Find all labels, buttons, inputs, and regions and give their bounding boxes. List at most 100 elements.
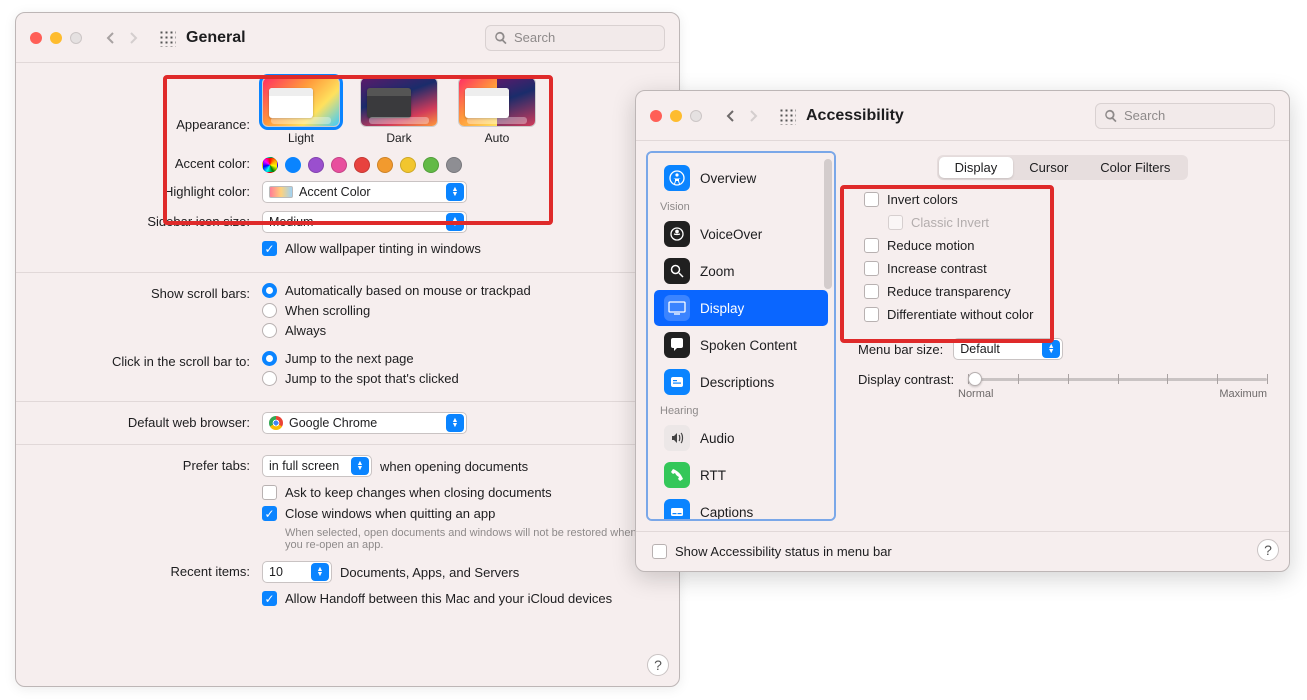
sidebar-item-rtt[interactable]: RTT — [654, 457, 828, 493]
display-contrast-label: Display contrast: — [858, 372, 958, 387]
accent-swatch-green[interactable] — [423, 157, 439, 173]
accessibility-footer: Show Accessibility status in menu bar — [636, 531, 1289, 571]
highlight-color-label: Highlight color: — [32, 181, 262, 199]
sidebar-group-vision: Vision — [650, 197, 832, 215]
menu-bar-size-select[interactable]: Default ▲▼ — [953, 338, 1063, 360]
show-accessibility-status-checkbox[interactable]: Show Accessibility status in menu bar — [652, 544, 892, 559]
sidebar-item-overview[interactable]: Overview — [654, 160, 828, 196]
descriptions-icon — [664, 369, 690, 395]
slider-max-label: Maximum — [1219, 388, 1267, 400]
sidebar-item-zoom[interactable]: Zoom — [654, 253, 828, 289]
zoom-window-button[interactable] — [690, 110, 702, 122]
show-all-icon[interactable] — [778, 107, 796, 125]
search-input[interactable]: Search — [485, 25, 665, 51]
accent-swatch-grey[interactable] — [446, 157, 462, 173]
zoom-window-button[interactable] — [70, 32, 82, 44]
appearance-option-dark[interactable]: Dark — [360, 77, 438, 145]
highlight-color-select[interactable]: Accent Color ▲▼ — [262, 181, 467, 203]
close-on-quit-checkbox[interactable]: ✓Close windows when quitting an app — [262, 506, 663, 521]
default-browser-select[interactable]: Google Chrome ▲▼ — [262, 412, 467, 434]
show-scrollbars-label: Show scroll bars: — [32, 283, 262, 301]
close-window-button[interactable] — [650, 110, 662, 122]
accent-swatch-multicolor[interactable] — [262, 157, 278, 173]
click-jump-next-page-radio[interactable]: Jump to the next page — [262, 351, 663, 366]
differentiate-without-color-checkbox[interactable]: Differentiate without color — [864, 307, 1267, 322]
click-jump-spot-radio[interactable]: Jump to the spot that's clicked — [262, 371, 663, 386]
recent-items-suffix: Documents, Apps, and Servers — [340, 565, 519, 580]
allow-wallpaper-tint-checkbox[interactable]: ✓ Allow wallpaper tinting in windows — [262, 241, 663, 256]
display-tab-segmented: Display Cursor Color Filters — [937, 155, 1189, 180]
speech-bubble-icon — [664, 332, 690, 358]
menu-bar-size-label: Menu bar size: — [858, 342, 943, 357]
sidebar-item-descriptions[interactable]: Descriptions — [654, 364, 828, 400]
recent-items-label: Recent items: — [32, 561, 262, 579]
reduce-motion-checkbox[interactable]: Reduce motion — [864, 238, 1267, 253]
accessibility-preferences-window: Accessibility Search Overview Vision Voi… — [635, 90, 1290, 572]
window-toolbar: General Search — [16, 13, 679, 63]
back-button[interactable] — [100, 27, 122, 49]
audio-icon — [664, 425, 690, 451]
help-button[interactable]: ? — [647, 654, 669, 676]
back-button[interactable] — [720, 105, 742, 127]
handoff-checkbox[interactable]: ✓Allow Handoff between this Mac and your… — [262, 591, 663, 606]
forward-button[interactable] — [742, 105, 764, 127]
search-placeholder: Search — [1124, 108, 1165, 123]
scrollbars-auto-radio[interactable]: Automatically based on mouse or trackpad — [262, 283, 663, 298]
rtt-icon — [664, 462, 690, 488]
sidebar-item-voiceover[interactable]: VoiceOver — [654, 216, 828, 252]
sidebar-item-audio[interactable]: Audio — [654, 420, 828, 456]
recent-items-select[interactable]: 10 ▲▼ — [262, 561, 332, 583]
minimize-window-button[interactable] — [50, 32, 62, 44]
increase-contrast-checkbox[interactable]: Increase contrast — [864, 261, 1267, 276]
search-icon — [1104, 109, 1118, 123]
invert-colors-checkbox[interactable]: Invert colors — [864, 192, 1267, 207]
accessibility-sidebar[interactable]: Overview Vision VoiceOver Zoom Display — [646, 151, 836, 521]
tab-color-filters[interactable]: Color Filters — [1084, 157, 1186, 178]
close-window-button[interactable] — [30, 32, 42, 44]
select-arrows-icon: ▲▼ — [446, 414, 464, 432]
display-options-list: Invert colors Classic Invert Reduce moti… — [858, 192, 1267, 322]
sidebar-item-display[interactable]: Display — [654, 290, 828, 326]
prefer-tabs-select[interactable]: in full screen ▲▼ — [262, 455, 372, 477]
search-icon — [494, 31, 508, 45]
help-button[interactable]: ? — [1257, 539, 1279, 561]
tab-cursor[interactable]: Cursor — [1013, 157, 1084, 178]
accent-swatch-pink[interactable] — [331, 157, 347, 173]
search-input[interactable]: Search — [1095, 103, 1275, 129]
select-arrows-icon: ▲▼ — [446, 213, 464, 231]
appearance-option-auto[interactable]: Auto — [458, 77, 536, 145]
default-browser-label: Default web browser: — [32, 412, 262, 430]
show-all-icon[interactable] — [158, 29, 176, 47]
select-arrows-icon: ▲▼ — [1042, 340, 1060, 358]
accent-color-swatches — [262, 153, 663, 173]
appearance-label: Appearance: — [32, 77, 262, 132]
ask-keep-changes-checkbox[interactable]: Ask to keep changes when closing documen… — [262, 485, 663, 500]
captions-icon — [664, 499, 690, 521]
accent-swatch-red[interactable] — [354, 157, 370, 173]
reduce-transparency-checkbox[interactable]: Reduce transparency — [864, 284, 1267, 299]
sidebar-item-captions[interactable]: Captions — [654, 494, 828, 521]
sidebar-icon-size-select[interactable]: Medium ▲▼ — [262, 211, 467, 233]
window-toolbar: Accessibility Search — [636, 91, 1289, 141]
minimize-window-button[interactable] — [670, 110, 682, 122]
sidebar-scrollbar[interactable] — [824, 159, 832, 289]
close-on-quit-hint: When selected, open documents and window… — [285, 527, 645, 551]
accent-swatch-yellow[interactable] — [400, 157, 416, 173]
general-preferences-window: General Search Appearance: Light Dark — [15, 12, 680, 687]
select-arrows-icon: ▲▼ — [311, 563, 329, 581]
prefer-tabs-suffix: when opening documents — [380, 459, 528, 474]
accent-swatch-orange[interactable] — [377, 157, 393, 173]
sidebar-item-spoken-content[interactable]: Spoken Content — [654, 327, 828, 363]
click-scrollbar-label: Click in the scroll bar to: — [32, 351, 262, 369]
tab-display[interactable]: Display — [939, 157, 1014, 178]
prefer-tabs-label: Prefer tabs: — [32, 455, 262, 473]
scrollbars-when-scrolling-radio[interactable]: When scrolling — [262, 303, 663, 318]
accent-swatch-blue[interactable] — [285, 157, 301, 173]
display-contrast-slider[interactable] — [968, 370, 1267, 388]
appearance-option-light[interactable]: Light — [262, 77, 340, 145]
accent-swatch-purple[interactable] — [308, 157, 324, 173]
voiceover-icon — [664, 221, 690, 247]
window-title: General — [186, 29, 246, 47]
scrollbars-always-radio[interactable]: Always — [262, 323, 663, 338]
forward-button[interactable] — [122, 27, 144, 49]
